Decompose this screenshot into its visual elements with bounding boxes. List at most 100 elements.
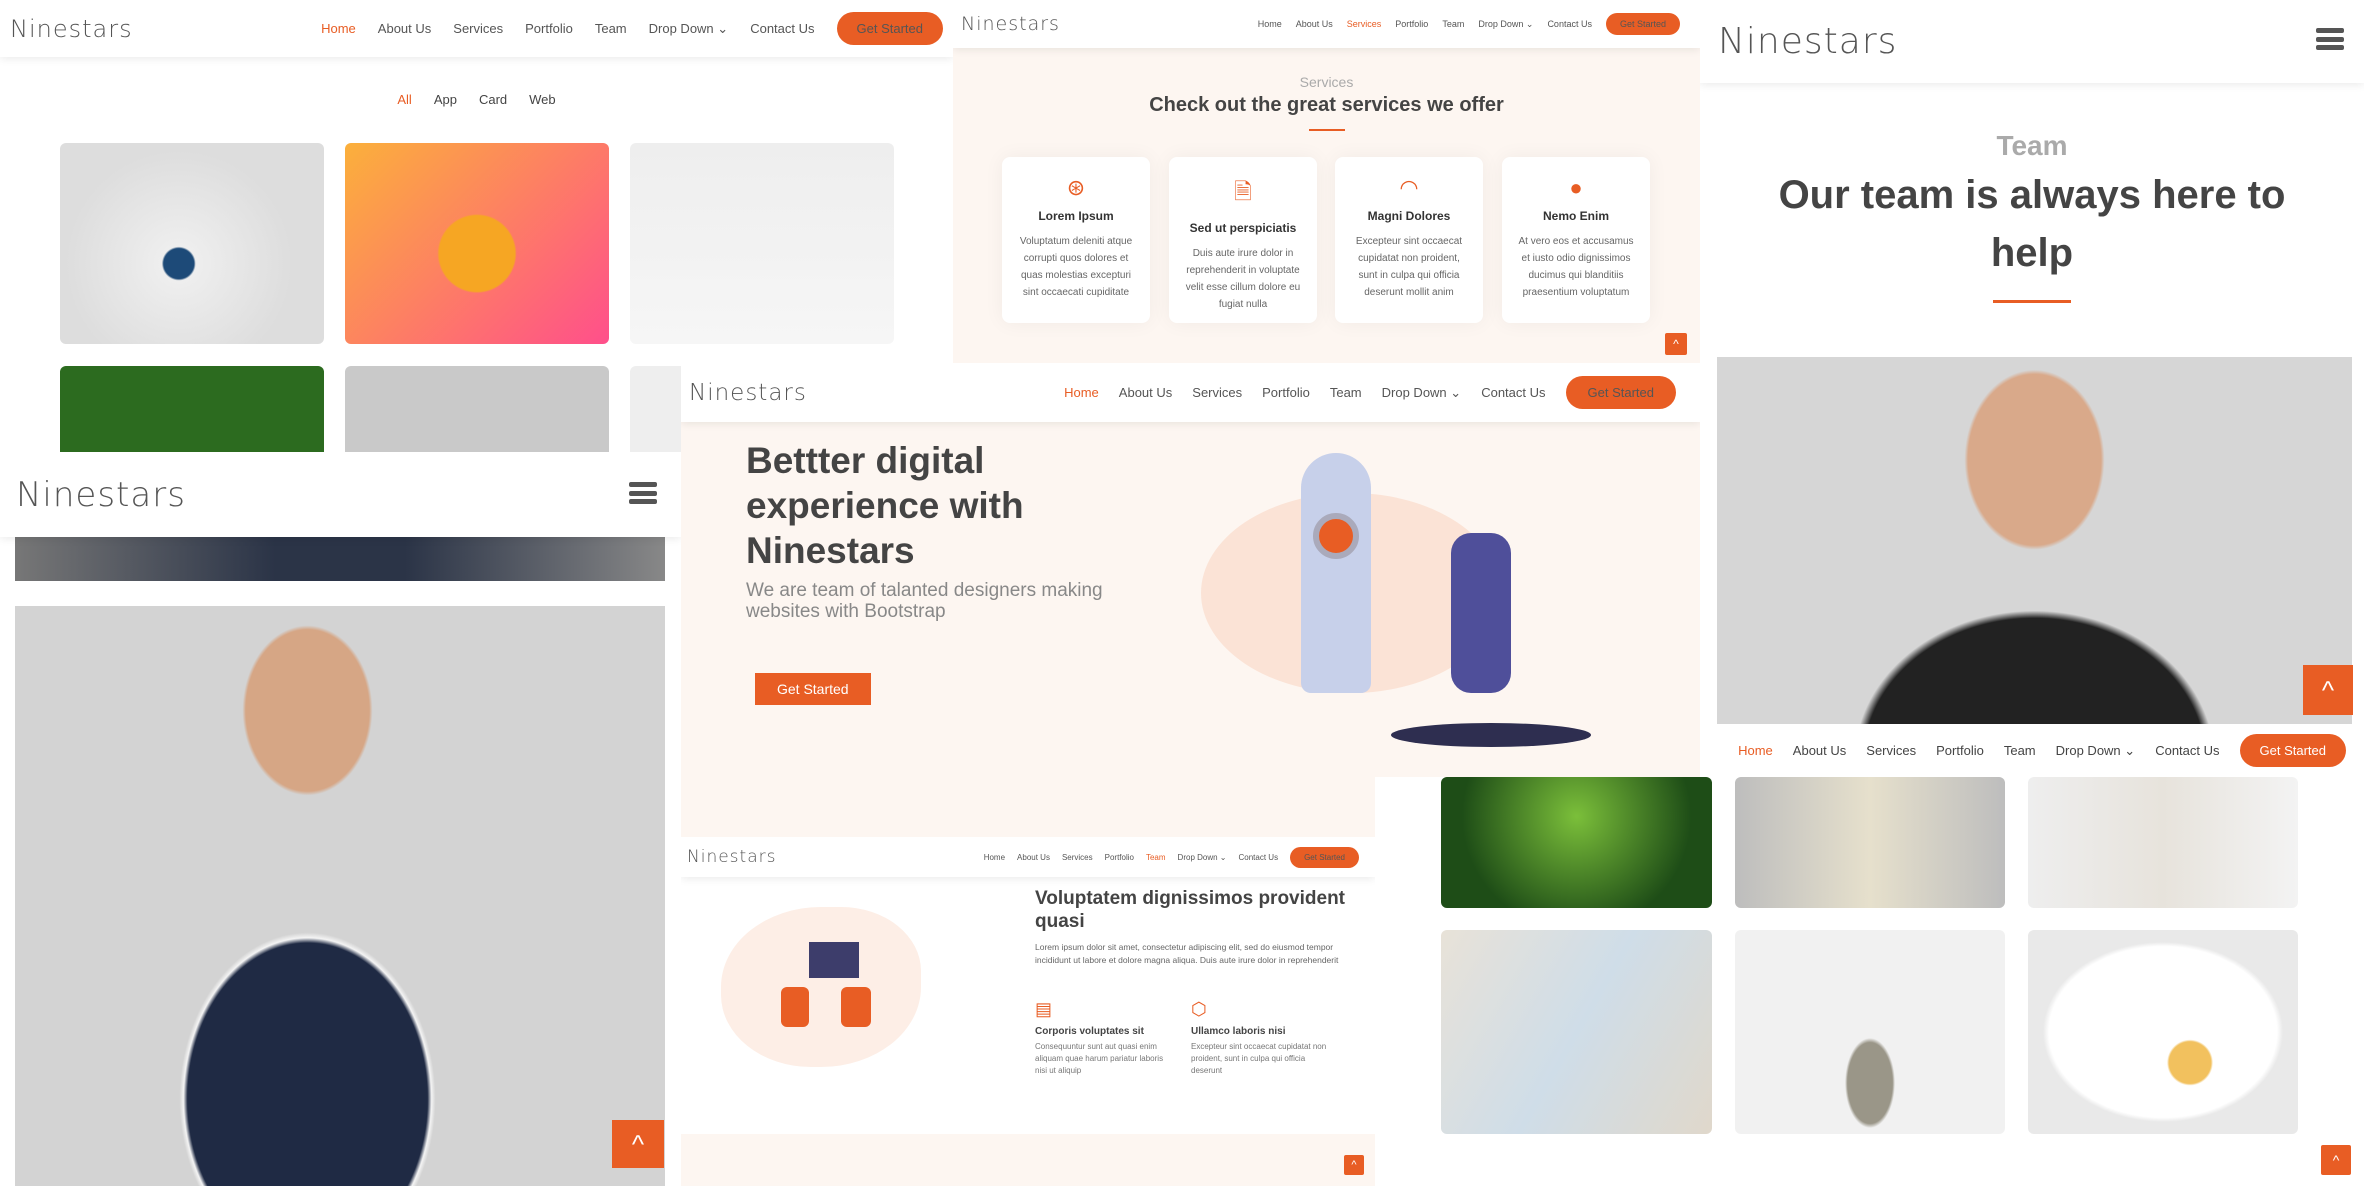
nav-dropdown[interactable]: Drop Down ⌄	[2056, 743, 2136, 759]
logo[interactable]: Ninestars	[687, 847, 776, 867]
nav-portfolio[interactable]: Portfolio	[525, 21, 573, 36]
nav-team[interactable]: Team	[1146, 853, 1166, 862]
nav-portfolio[interactable]: Portfolio	[1262, 385, 1310, 400]
team-member-photo	[1717, 357, 2352, 724]
services-panel: Ninestars Home About Us Services Portfol…	[953, 0, 1700, 363]
chevron-down-icon: ⌄	[1450, 384, 1462, 400]
portfolio-image[interactable]	[60, 366, 324, 452]
back-to-top-button[interactable]: ^	[1344, 1155, 1364, 1175]
card-text: At vero eos et accusamus et iusto odio d…	[1518, 236, 1634, 298]
portfolio-image[interactable]	[2028, 930, 2298, 1134]
nav-dropdown[interactable]: Drop Down ⌄	[1382, 385, 1462, 401]
portfolio-image[interactable]	[1735, 777, 2005, 908]
mobile-header: Ninestars	[0, 452, 681, 537]
nav-portfolio[interactable]: Portfolio	[1105, 853, 1134, 862]
nav-dropdown[interactable]: Drop Down ⌄	[649, 21, 729, 37]
back-to-top-button[interactable]: ^	[612, 1120, 664, 1168]
get-started-button[interactable]: Get Started	[1290, 846, 1359, 868]
portfolio-image[interactable]	[1735, 930, 2005, 1134]
service-card: ● Nemo Enim At vero eos et accusamus et …	[1502, 157, 1650, 323]
portfolio-image[interactable]	[2028, 777, 2298, 908]
nav-contact[interactable]: Contact Us	[2155, 743, 2219, 758]
hamburger-menu-icon[interactable]	[629, 482, 657, 504]
card-text: Duis aute irure dolor in reprehenderit i…	[1185, 248, 1301, 310]
logo[interactable]: Ninestars	[10, 15, 133, 43]
service-card: ⊛ Lorem Ipsum Voluptatum deleniti atque …	[1002, 157, 1150, 323]
nav-dropdown[interactable]: Drop Down ⌄	[1478, 19, 1533, 30]
nav-contact[interactable]: Contact Us	[1239, 853, 1279, 862]
logo[interactable]: Ninestars	[961, 13, 1060, 35]
nav-contact[interactable]: Contact Us	[750, 21, 814, 36]
nav-about[interactable]: About Us	[1119, 385, 1172, 400]
nav-about[interactable]: About Us	[1017, 853, 1050, 862]
nav-team[interactable]: Team	[1330, 385, 1362, 400]
nav-home[interactable]: Home	[984, 853, 1005, 862]
get-started-button[interactable]: Get Started	[836, 12, 943, 45]
nav-about[interactable]: About Us	[1296, 19, 1333, 29]
get-started-button[interactable]: Get Started	[2239, 734, 2346, 767]
portfolio-image[interactable]	[345, 143, 609, 344]
nav-home[interactable]: Home	[1738, 743, 1773, 758]
nav-portfolio[interactable]: Portfolio	[1936, 743, 1984, 758]
hero-panel: Ninestars Home About Us Services Portfol…	[681, 363, 1700, 837]
nav-team[interactable]: Team	[1442, 19, 1464, 29]
nav-dropdown[interactable]: Drop Down ⌄	[1178, 853, 1227, 862]
nav-team[interactable]: Team	[595, 21, 627, 36]
nav-services[interactable]: Services	[1192, 385, 1242, 400]
nav-home[interactable]: Home	[321, 21, 356, 36]
nav-services[interactable]: Services	[1347, 19, 1382, 29]
chevron-down-icon: ⌄	[1219, 852, 1227, 862]
nav-contact[interactable]: Contact Us	[1481, 385, 1545, 400]
portfolio-image[interactable]	[1441, 777, 1712, 908]
hero-title: Bettter digital experience with Ninestar…	[746, 440, 1024, 571]
nav-services[interactable]: Services	[453, 21, 503, 36]
nav-contact[interactable]: Contact Us	[1547, 19, 1592, 29]
portfolio-image[interactable]	[345, 366, 609, 452]
feature-item: ▤ Corporis voluptates sit Consequuntur s…	[1035, 999, 1175, 1077]
nav-home[interactable]: Home	[1064, 385, 1099, 400]
speedometer-icon: ◠	[1399, 175, 1419, 200]
nav-dropdown-label: Drop Down	[2055, 742, 2121, 758]
nav-team[interactable]: Team	[2004, 743, 2036, 758]
back-to-top-button[interactable]: ^	[2303, 665, 2353, 715]
section-kicker: Team	[1996, 130, 2068, 161]
feature-title: Ullamco laboris nisi	[1191, 1026, 1286, 1037]
chevron-down-icon: ⌄	[717, 20, 729, 36]
portfolio-image[interactable]	[1441, 930, 1712, 1134]
nav-services[interactable]: Services	[1062, 853, 1093, 862]
nav-home[interactable]: Home	[1258, 19, 1282, 29]
title-divider	[1993, 300, 2071, 303]
feature-text: Excepteur sint occaecat cupidatat non pr…	[1191, 1042, 1327, 1075]
logo[interactable]: Ninestars	[16, 475, 186, 515]
navbar: Ninestars Home About Us Services Portfol…	[0, 0, 953, 57]
chevron-up-icon: ^	[2321, 674, 2335, 705]
portfolio-image[interactable]	[60, 143, 324, 344]
nav-about[interactable]: About Us	[378, 21, 431, 36]
nav-about[interactable]: About Us	[1793, 743, 1846, 758]
nav-portfolio[interactable]: Portfolio	[1395, 19, 1428, 29]
nav-dropdown-label: Drop Down	[648, 20, 714, 36]
filter-card[interactable]: Card	[479, 92, 507, 107]
nav-services[interactable]: Services	[1866, 743, 1916, 758]
about-title: Voluptatem dignissimos provident quasi	[1035, 888, 1346, 932]
cube-icon: ⬡	[1191, 999, 1207, 1019]
chevron-down-icon: ⌄	[2124, 742, 2136, 758]
back-to-top-button[interactable]: ^	[1665, 333, 1687, 355]
nav-dropdown-label: Drop Down	[1177, 852, 1218, 862]
mobile-header: Ninestars	[1700, 0, 2364, 83]
logo[interactable]: Ninestars	[1718, 21, 1897, 62]
hero-get-started-button[interactable]: Get Started	[755, 673, 871, 705]
navbar: Ninestars Home About Us Services Portfol…	[681, 837, 1375, 877]
get-started-button[interactable]: Get Started	[1605, 13, 1680, 35]
portfolio-image[interactable]	[630, 143, 894, 344]
service-card: 🗎 Sed ut perspiciatis Duis aute irure do…	[1169, 157, 1317, 323]
get-started-button[interactable]: Get Started	[1565, 376, 1676, 409]
logo[interactable]: Ninestars	[689, 380, 807, 406]
filter-web[interactable]: Web	[529, 92, 556, 107]
hamburger-menu-icon[interactable]	[2316, 28, 2344, 50]
filter-app[interactable]: App	[434, 92, 457, 107]
back-to-top-button[interactable]: ^	[2321, 1145, 2351, 1175]
navbar: Ninestars Home About Us Services Portfol…	[681, 363, 1700, 422]
card-title: Magni Dolores	[1367, 209, 1451, 223]
filter-all[interactable]: All	[397, 92, 411, 107]
